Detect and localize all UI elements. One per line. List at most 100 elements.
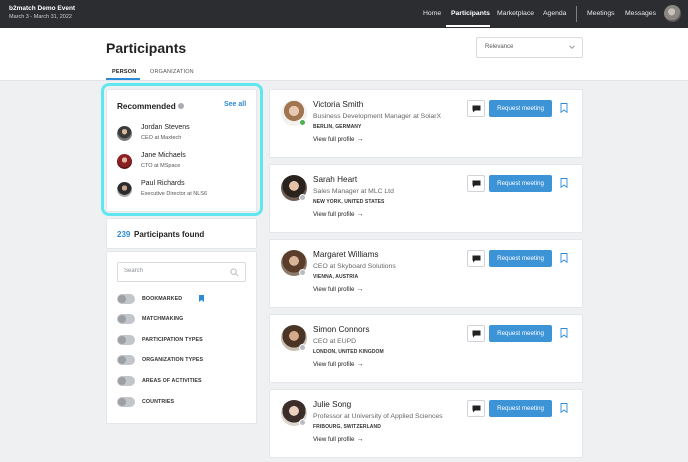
search-box — [117, 262, 246, 282]
request-meeting-button[interactable]: Request meeting — [489, 250, 552, 267]
message-button[interactable] — [467, 250, 485, 267]
chat-icon — [472, 180, 481, 188]
offline-status-dot — [299, 419, 306, 426]
toggle-switch[interactable] — [117, 294, 135, 304]
nav-marketplace[interactable]: Marketplace — [497, 10, 534, 17]
filter-matchmaking[interactable]: MATCHMAKING — [117, 314, 252, 324]
participant-role: Sales Manager at MLC Ltd — [313, 188, 394, 195]
participant-location: BERLIN, GERMANY — [313, 124, 362, 130]
arrow-right-icon: → — [356, 211, 364, 218]
offline-status-dot — [299, 344, 306, 351]
recommended-highlight-frame — [101, 83, 263, 216]
view-profile-link[interactable]: View full profile → — [313, 211, 364, 218]
view-profile-link[interactable]: View full profile → — [313, 436, 364, 443]
message-button[interactable] — [467, 400, 485, 417]
participant-name[interactable]: Victoria Smith — [313, 100, 363, 109]
arrow-right-icon: → — [356, 361, 364, 368]
participant-name[interactable]: Simon Connors — [313, 325, 369, 334]
nav-meetings[interactable]: Meetings — [587, 10, 615, 17]
filter-areas-of-activities[interactable]: AREAS OF ACTIVITIES — [117, 376, 252, 386]
event-dates: March 3 - March 31, 2022 — [9, 14, 72, 20]
view-profile-label: View full profile — [313, 361, 355, 368]
participant-location: FRIBOURG, SWITZERLAND — [313, 424, 381, 430]
page-title: Participants — [106, 40, 187, 56]
event-title: b2match Demo Event — [9, 5, 76, 12]
message-button[interactable] — [467, 325, 485, 342]
search-input[interactable] — [124, 268, 224, 274]
view-profile-label: View full profile — [313, 211, 355, 218]
participant-role: Business Development Manager at SolarX — [313, 113, 442, 120]
participant-name[interactable]: Julie Song — [313, 400, 351, 409]
top-nav-bar: b2match Demo Event March 3 - March 31, 2… — [0, 0, 688, 28]
participant-card: Victoria Smith Business Development Mana… — [269, 89, 583, 158]
request-meeting-button[interactable]: Request meeting — [489, 100, 552, 117]
sort-value: Relevance — [485, 44, 514, 50]
toggle-switch[interactable] — [117, 335, 135, 345]
participant-card: Margaret Williams CEO at Skyboard Soluti… — [269, 239, 583, 308]
view-profile-label: View full profile — [313, 136, 355, 143]
bookmark-icon[interactable] — [560, 178, 568, 188]
filter-bookmarked[interactable]: BOOKMARKED — [117, 294, 252, 304]
bookmark-icon[interactable] — [560, 328, 568, 338]
toggle-switch[interactable] — [117, 355, 135, 365]
nav-participants[interactable]: Participants — [451, 10, 490, 17]
participant-role: CEO at EUPD — [313, 338, 357, 345]
participants-found-label: Participants found — [134, 230, 205, 239]
filter-label: ORGANIZATION TYPES — [142, 357, 204, 363]
participants-found-card: 239 Participants found — [106, 218, 257, 249]
search-icon[interactable] — [230, 268, 239, 277]
request-meeting-button[interactable]: Request meeting — [489, 325, 552, 342]
filter-countries[interactable]: COUNTRIES — [117, 397, 252, 407]
participant-name[interactable]: Sarah Heart — [313, 175, 357, 184]
nav-messages[interactable]: Messages — [625, 10, 656, 17]
tab-active-indicator — [106, 78, 140, 80]
toggle-switch[interactable] — [117, 314, 135, 324]
tab-person[interactable]: PERSON — [112, 69, 136, 75]
participant-name[interactable]: Margaret Williams — [313, 250, 379, 259]
toggle-switch[interactable] — [117, 397, 135, 407]
toggle-switch[interactable] — [117, 376, 135, 386]
view-profile-link[interactable]: View full profile → — [313, 136, 364, 143]
tab-organization[interactable]: ORGANIZATION — [150, 69, 194, 75]
view-profile-label: View full profile — [313, 436, 355, 443]
sort-select[interactable]: Relevance — [476, 37, 583, 58]
participant-role: CEO at Skyboard Solutions — [313, 263, 396, 270]
filter-participation-types[interactable]: PARTICIPATION TYPES — [117, 335, 252, 345]
bookmark-icon[interactable] — [560, 253, 568, 263]
filters-card: BOOKMARKED MATCHMAKING PARTICIPATION TYP… — [106, 251, 257, 424]
message-button[interactable] — [467, 100, 485, 117]
filter-label: MATCHMAKING — [142, 316, 184, 322]
view-profile-label: View full profile — [313, 286, 355, 293]
bookmark-icon[interactable] — [560, 103, 568, 113]
participant-card: Simon Connors CEO at EUPD LONDON, UNITED… — [269, 314, 583, 383]
event-brand[interactable]: b2match Demo Event March 3 - March 31, 2… — [9, 5, 75, 20]
participant-card: Sarah Heart Sales Manager at MLC Ltd NEW… — [269, 164, 583, 233]
chat-icon — [472, 405, 481, 413]
participant-card: Julie Song Professor at University of Ap… — [269, 389, 583, 458]
participant-location: VIENNA, AUSTRIA — [313, 274, 359, 280]
filter-label: PARTICIPATION TYPES — [142, 337, 203, 343]
participant-location: NEW YORK, UNITED STATES — [313, 199, 385, 205]
offline-status-dot — [299, 194, 306, 201]
bookmark-icon — [199, 295, 204, 302]
nav-divider — [576, 6, 577, 22]
online-status-dot — [299, 119, 306, 126]
user-avatar[interactable] — [664, 5, 681, 22]
participants-count: 239 — [117, 230, 131, 239]
request-meeting-button[interactable]: Request meeting — [489, 175, 552, 192]
filter-organization-types[interactable]: ORGANIZATION TYPES — [117, 355, 252, 365]
view-profile-link[interactable]: View full profile → — [313, 361, 364, 368]
arrow-right-icon: → — [356, 136, 364, 143]
participant-role: Professor at University of Applied Scien… — [313, 413, 443, 420]
bookmark-icon[interactable] — [560, 403, 568, 413]
message-button[interactable] — [467, 175, 485, 192]
nav-agenda[interactable]: Agenda — [543, 10, 566, 17]
view-profile-link[interactable]: View full profile → — [313, 286, 364, 293]
arrow-right-icon: → — [356, 436, 364, 443]
request-meeting-button[interactable]: Request meeting — [489, 400, 552, 417]
page-header: Participants Relevance PERSON ORGANIZATI… — [0, 28, 688, 81]
participant-location: LONDON, UNITED KINGDOM — [313, 349, 384, 355]
arrow-right-icon: → — [356, 286, 364, 293]
nav-home[interactable]: Home — [423, 10, 441, 17]
chat-icon — [472, 105, 481, 113]
